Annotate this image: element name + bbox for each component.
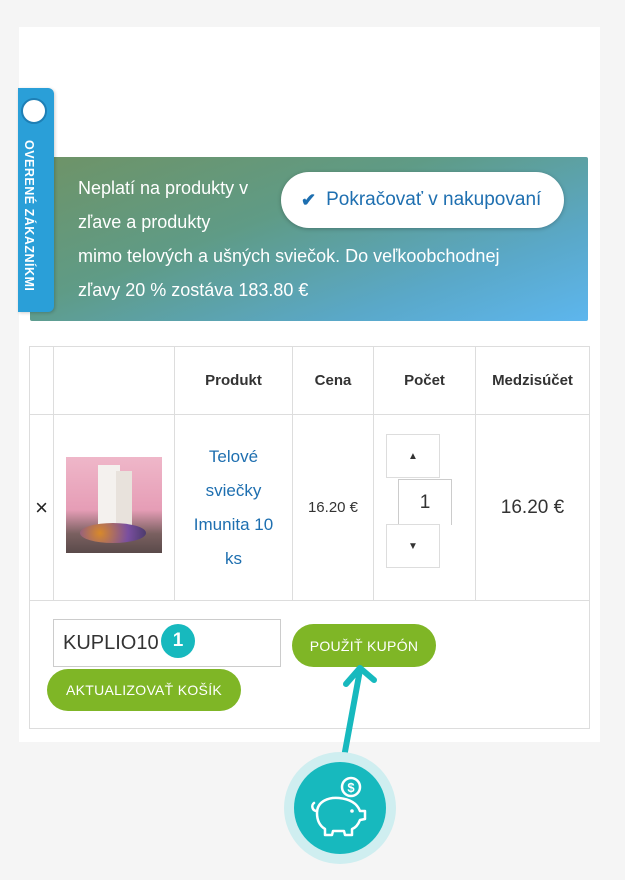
product-image[interactable] (66, 457, 162, 553)
table-header-row: Produkt Cena Počet Medzisúčet (29, 346, 590, 415)
thumbnail-cell (53, 414, 175, 601)
verified-seal-icon (21, 98, 47, 124)
chevron-up-icon: ▲ (408, 450, 418, 462)
piggy-bank-badge: $ (284, 752, 396, 864)
check-icon: ✔ (301, 189, 317, 210)
close-icon[interactable]: × (35, 495, 48, 520)
notice-line-4: zľavy 20 % zostáva 183.80 € (78, 280, 309, 300)
header-subtotal: Medzisúčet (475, 346, 590, 415)
header-thumbnail (53, 346, 175, 415)
step-number-badge: 1 (161, 624, 195, 658)
product-subtotal: 16.20 € (500, 496, 565, 518)
continue-shopping-button[interactable]: ✔ Pokračovať v nakupovaní (281, 172, 564, 228)
verified-badge[interactable]: OVERENÉ ZÁKAZNÍKMI (18, 88, 54, 312)
header-product: Produkt (174, 346, 293, 415)
notice-line-1: Neplatí na produkty v (78, 178, 249, 198)
table-row: × Telové sviečky Imunita 10 ks 16.20 € ▲… (29, 414, 590, 601)
product-link[interactable]: Telové sviečky Imunita 10 ks (184, 440, 284, 576)
update-cart-button[interactable]: AKTUALIZOVAŤ KOŠÍK (47, 669, 241, 711)
header-quantity: Počet (373, 346, 476, 415)
price-cell: 16.20 € (292, 414, 374, 601)
quantity-increase-button[interactable]: ▲ (386, 434, 440, 478)
badge-text: OVERENÉ ZÁKAZNÍKMI (22, 140, 36, 292)
chevron-down-icon: ▼ (408, 540, 418, 552)
subtotal-cell: 16.20 € (475, 414, 590, 601)
product-cell: Telové sviečky Imunita 10 ks (174, 414, 293, 601)
quantity-cell: ▲ 1 ▼ (373, 414, 476, 601)
quantity-decrease-button[interactable]: ▼ (386, 524, 440, 568)
piggy-bank-icon: $ (311, 776, 367, 837)
quantity-input[interactable]: 1 (398, 479, 452, 525)
notice-line-2: zľave a produkty (78, 212, 211, 232)
product-price: 16.20 € (307, 498, 359, 516)
notice-line-3: mimo telových a ušných sviečok. Do veľko… (78, 246, 500, 266)
header-remove (29, 346, 54, 415)
svg-text:$: $ (347, 780, 355, 795)
remove-cell: × (29, 414, 54, 601)
header-price: Cena (292, 346, 374, 415)
continue-shopping-label: Pokračovať v nakupovaní (326, 189, 542, 210)
